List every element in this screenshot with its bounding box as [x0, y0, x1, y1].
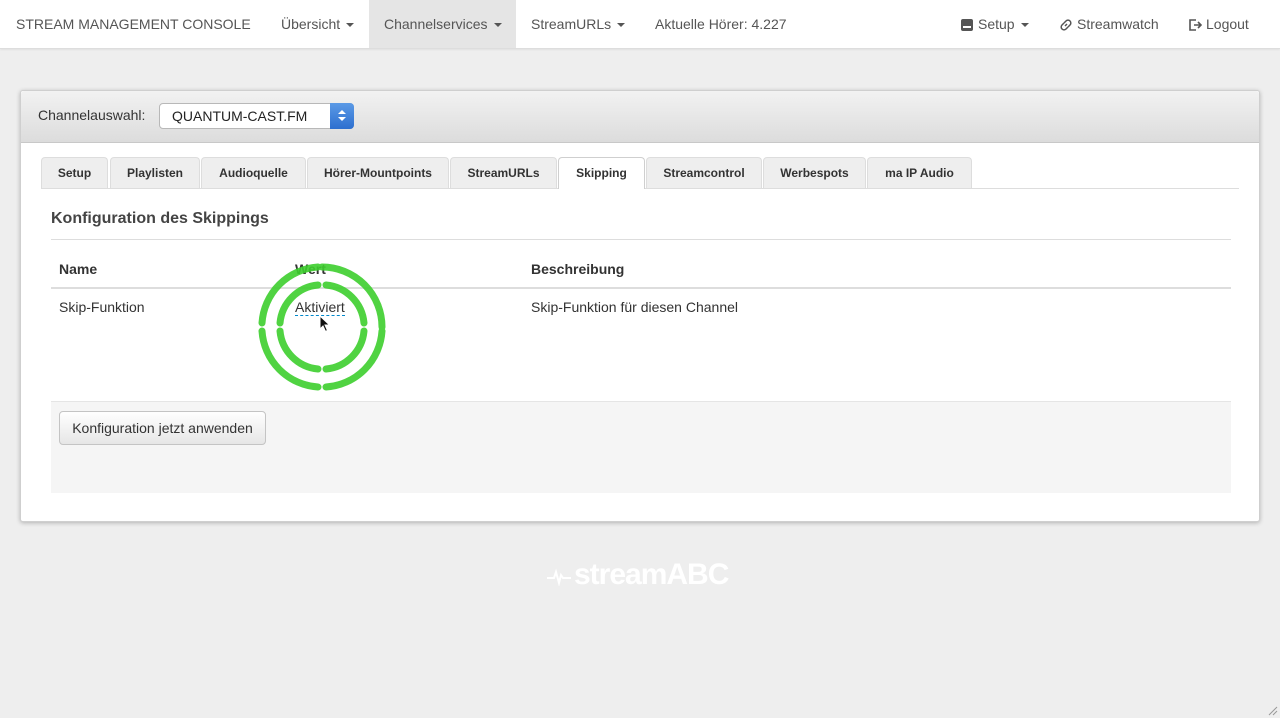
tab-hoerer-mountpoints[interactable]: Hörer-Mountpoints — [307, 157, 449, 188]
nav-streamwatch-label: Streamwatch — [1077, 16, 1159, 32]
tab-streamurls[interactable]: StreamURLs — [450, 157, 557, 188]
channel-panel: Channelauswahl: QUANTUM-CAST.FM Setup Pl… — [20, 90, 1260, 522]
logo-text: streamABC — [574, 558, 729, 591]
section-title: Konfiguration des Skippings — [51, 210, 269, 227]
caret-down-icon — [493, 23, 502, 28]
select-arrows-icon — [330, 103, 354, 129]
form-actions: Konfiguration jetzt anwenden — [51, 401, 1231, 493]
nav-streamurls-label: StreamURLs — [531, 16, 612, 32]
drive-icon — [961, 19, 973, 32]
editable-value-link[interactable]: Aktiviert — [295, 299, 345, 316]
section-divider — [51, 239, 1231, 240]
column-header-name: Name — [59, 261, 98, 277]
tab-playlisten[interactable]: Playlisten — [110, 157, 200, 188]
nav-uebersicht[interactable]: Übersicht — [266, 0, 369, 48]
brand-link[interactable]: STREAM MANAGEMENT CONSOLE — [16, 0, 251, 48]
channel-select-value: QUANTUM-CAST.FM — [172, 108, 308, 124]
nav-streamwatch[interactable]: Streamwatch — [1059, 0, 1159, 48]
channel-select-label: Channelauswahl: — [38, 107, 146, 123]
streamabc-logo: streamABC — [546, 558, 746, 598]
caret-down-icon — [346, 23, 355, 28]
mouse-cursor-icon — [319, 315, 331, 333]
nav-channelservices[interactable]: Channelservices — [369, 0, 516, 48]
row-description-cell: Skip-Funktion für diesen Channel — [531, 299, 739, 315]
tab-audioquelle[interactable]: Audioquelle — [201, 157, 306, 188]
nav-channelservices-label: Channelservices — [384, 16, 488, 32]
nav-logout-label: Logout — [1206, 16, 1249, 32]
table-header-divider — [51, 287, 1231, 289]
row-name-cell: Skip-Funktion — [59, 299, 145, 315]
waveform-icon — [547, 568, 571, 588]
tab-streamcontrol[interactable]: Streamcontrol — [646, 157, 762, 188]
listener-count: Aktuelle Hörer: 4.227 — [655, 16, 787, 32]
resize-grip-icon[interactable] — [1266, 704, 1278, 716]
channel-select[interactable]: QUANTUM-CAST.FM — [159, 103, 354, 129]
panel-header: Channelauswahl: QUANTUM-CAST.FM — [21, 91, 1259, 143]
config-tabs: Setup Playlisten Audioquelle Hörer-Mount… — [41, 157, 1239, 189]
tab-skipping[interactable]: Skipping — [558, 157, 645, 189]
apply-config-button[interactable]: Konfiguration jetzt anwenden — [59, 411, 266, 445]
tab-ma-ip-audio[interactable]: ma IP Audio — [867, 157, 972, 188]
nav-uebersicht-label: Übersicht — [281, 16, 341, 32]
logout-icon — [1189, 19, 1202, 32]
column-header-beschreibung: Beschreibung — [531, 261, 625, 277]
column-header-wert: Wert — [295, 261, 326, 277]
nav-setup-label: Setup — [978, 16, 1015, 32]
nav-setup[interactable]: Setup — [960, 0, 1029, 48]
caret-down-icon — [617, 23, 626, 28]
nav-logout[interactable]: Logout — [1188, 0, 1249, 48]
tab-werbespots[interactable]: Werbespots — [763, 157, 866, 188]
caret-down-icon — [1020, 23, 1029, 28]
top-navbar: STREAM MANAGEMENT CONSOLE Übersicht Chan… — [0, 0, 1280, 49]
tab-setup[interactable]: Setup — [41, 157, 108, 188]
nav-streamurls[interactable]: StreamURLs — [516, 0, 640, 48]
row-value-cell[interactable]: Aktiviert — [295, 299, 345, 316]
link-icon — [1060, 19, 1072, 31]
